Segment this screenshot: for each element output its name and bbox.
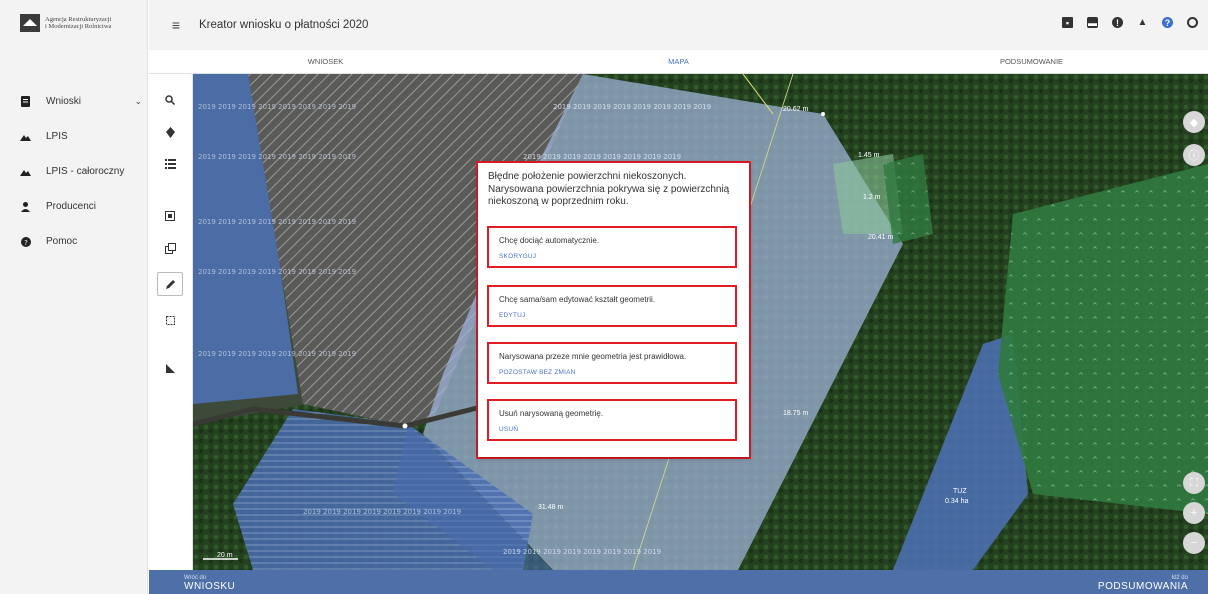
mountain-icon <box>20 166 31 177</box>
parcel-type-label: TUZ <box>953 488 967 495</box>
bottom-navigation-bar: Wróć do WNIOSKU Idź do PODSUMOWANIA <box>149 570 1208 594</box>
sidebar-item-label: LPIS - całoroczny <box>46 166 125 177</box>
help-icon[interactable]: ? <box>1162 17 1173 28</box>
print-icon[interactable]: ▬ <box>1087 17 1098 28</box>
select-area-icon[interactable] <box>157 204 183 228</box>
sidebar-item-producenci[interactable]: Producenci <box>0 189 148 224</box>
map-measure-label: 18.75 m <box>783 410 809 417</box>
svg-text:2019 2019 2019 2019 2019 2019: 2019 2019 2019 2019 2019 2019 2019 2019 <box>198 103 356 111</box>
app-header: ≡ Kreator wniosku o płatności 2020 ▪ ▬ !… <box>149 0 1208 50</box>
step-tabs: WNIOSEK MAPA PODSUMOWANIE <box>149 50 1208 74</box>
brand-name-line1: Agencja Restrukturyzacji <box>45 16 112 23</box>
svg-text:2019 2019 2019 2019 2019 2019: 2019 2019 2019 2019 2019 2019 2019 2019 <box>198 350 356 358</box>
document-icon <box>20 96 31 107</box>
draw-rectangle-icon[interactable] <box>157 308 183 332</box>
sidebar-item-lpis-caloroczny[interactable]: LPIS - całoroczny <box>0 154 148 189</box>
map-toolbar <box>149 74 193 570</box>
skoryguj-button[interactable]: SKORYGUJ <box>499 253 536 260</box>
sidebar-item-pomoc[interactable]: ? Pomoc <box>0 224 148 259</box>
sidebar-item-label: LPIS <box>46 131 68 142</box>
svg-text:2019 2019 2019 2019 2019 2019: 2019 2019 2019 2019 2019 2019 2019 2019 <box>523 153 681 161</box>
map-measure-label: 31.48 m <box>538 504 564 511</box>
next-label: PODSUMOWANIA <box>1097 581 1188 592</box>
option-text: Usuń narysowaną geometrię. <box>499 409 604 418</box>
logo-mark-icon <box>20 14 40 32</box>
tab-podsumowanie[interactable]: PODSUMOWANIE <box>855 50 1208 73</box>
sidebar-nav: Wnioski ⌄ LPIS LPIS - całoroczny Produce… <box>0 84 148 259</box>
zoom-in-icon[interactable]: + <box>1183 502 1205 524</box>
mountain-icon <box>20 131 31 142</box>
tab-wniosek[interactable]: WNIOSEK <box>149 50 502 73</box>
svg-text:2019 2019 2019 2019 2019 2019: 2019 2019 2019 2019 2019 2019 2019 2019 <box>198 268 356 276</box>
layers-icon[interactable]: ◆ <box>1183 111 1205 133</box>
geometry-conflict-dialog: Błędne położenie powierzchni niekoszonyc… <box>478 163 749 457</box>
page-title: Kreator wniosku o płatności 2020 <box>199 19 369 31</box>
svg-text:2019 2019 2019 2019 2019 2019: 2019 2019 2019 2019 2019 2019 2019 2019 <box>553 103 711 111</box>
zoom-out-icon[interactable]: − <box>1183 532 1205 554</box>
help-icon: ? <box>20 236 31 247</box>
go-to-summary-button[interactable]: Idź do PODSUMOWANIA <box>1098 575 1188 592</box>
locate-pin-icon[interactable] <box>157 120 183 144</box>
option-text: Narysowana przeze mnie geometria jest pr… <box>499 352 687 361</box>
map-measure-label: 20.62 m <box>783 106 809 113</box>
draw-pencil-icon[interactable] <box>157 272 183 296</box>
measure-icon[interactable] <box>157 356 183 380</box>
save-icon[interactable]: ▪ <box>1062 17 1073 28</box>
parcel-area-label: 0.34 ha <box>945 498 969 505</box>
user-icon[interactable] <box>1187 17 1198 28</box>
sidebar-item-label: Producenci <box>46 201 97 212</box>
option-text: Chcę dociąć automatycznie. <box>499 236 600 245</box>
edytuj-button[interactable]: EDYTUJ <box>499 312 525 319</box>
scale-bar-label: 20 m <box>217 552 233 559</box>
map-measure-label: 1.45 m <box>858 152 880 159</box>
brand-name-line2: i Modernizacji Rolnictwa <box>45 23 112 30</box>
bell-icon[interactable]: ▲ <box>1137 17 1148 28</box>
option-text: Chcę sama/sam edytować kształt geometrii… <box>499 295 656 304</box>
usun-button[interactable]: USUŃ <box>499 426 518 433</box>
search-icon[interactable] <box>157 88 183 112</box>
info-circle-icon[interactable]: ⓘ <box>1183 144 1205 166</box>
map-measure-label: 20.41 m <box>868 234 894 241</box>
copy-geometry-icon[interactable] <box>157 236 183 260</box>
sidebar: Agencja Restrukturyzacji i Modernizacji … <box>0 0 148 594</box>
svg-text:2019 2019 2019 2019 2019 2019: 2019 2019 2019 2019 2019 2019 2019 2019 <box>503 548 661 556</box>
tab-mapa[interactable]: MAPA <box>502 50 855 73</box>
option-delete-geometry: Usuń narysowaną geometrię. USUŃ <box>487 399 737 441</box>
list-icon[interactable] <box>157 152 183 176</box>
sidebar-item-wnioski[interactable]: Wnioski ⌄ <box>0 84 148 119</box>
svg-text:2019 2019 2019 2019 2019 2019: 2019 2019 2019 2019 2019 2019 2019 2019 <box>198 153 356 161</box>
header-actions: ▪ ▬ ! ▲ ? <box>1062 17 1198 28</box>
sidebar-item-label: Wnioski <box>46 96 82 107</box>
fullscreen-icon[interactable]: ⛶ <box>1183 472 1205 494</box>
option-keep-as-is: Narysowana przeze mnie geometria jest pr… <box>487 342 737 384</box>
map-measure-label: 1.2 m <box>863 194 881 201</box>
pozostaw-button[interactable]: POZOSTAW BEZ ZMIAN <box>499 369 576 376</box>
option-auto-trim: Chcę dociąć automatycznie. SKORYGUJ <box>487 226 737 268</box>
svg-text:2019 2019 2019 2019 2019 2019: 2019 2019 2019 2019 2019 2019 2019 2019 <box>198 218 356 226</box>
chevron-down-icon: ⌄ <box>134 96 142 106</box>
svg-text:?: ? <box>24 239 28 247</box>
menu-icon[interactable]: ≡ <box>161 17 191 33</box>
dialog-message: Błędne położenie powierzchni niekoszonyc… <box>488 171 730 207</box>
back-label: WNIOSKU <box>184 581 236 592</box>
back-to-application-button[interactable]: Wróć do WNIOSKU <box>184 575 235 592</box>
sidebar-item-lpis[interactable]: LPIS <box>0 119 148 154</box>
info-icon[interactable]: ! <box>1112 17 1123 28</box>
option-edit-shape: Chcę sama/sam edytować kształt geometrii… <box>487 285 737 327</box>
person-icon <box>20 201 31 212</box>
sidebar-item-label: Pomoc <box>46 236 78 247</box>
arimr-logo[interactable]: Agencja Restrukturyzacji i Modernizacji … <box>20 14 125 32</box>
svg-text:2019 2019 2019 2019 2019 2019: 2019 2019 2019 2019 2019 2019 2019 2019 <box>303 508 461 516</box>
